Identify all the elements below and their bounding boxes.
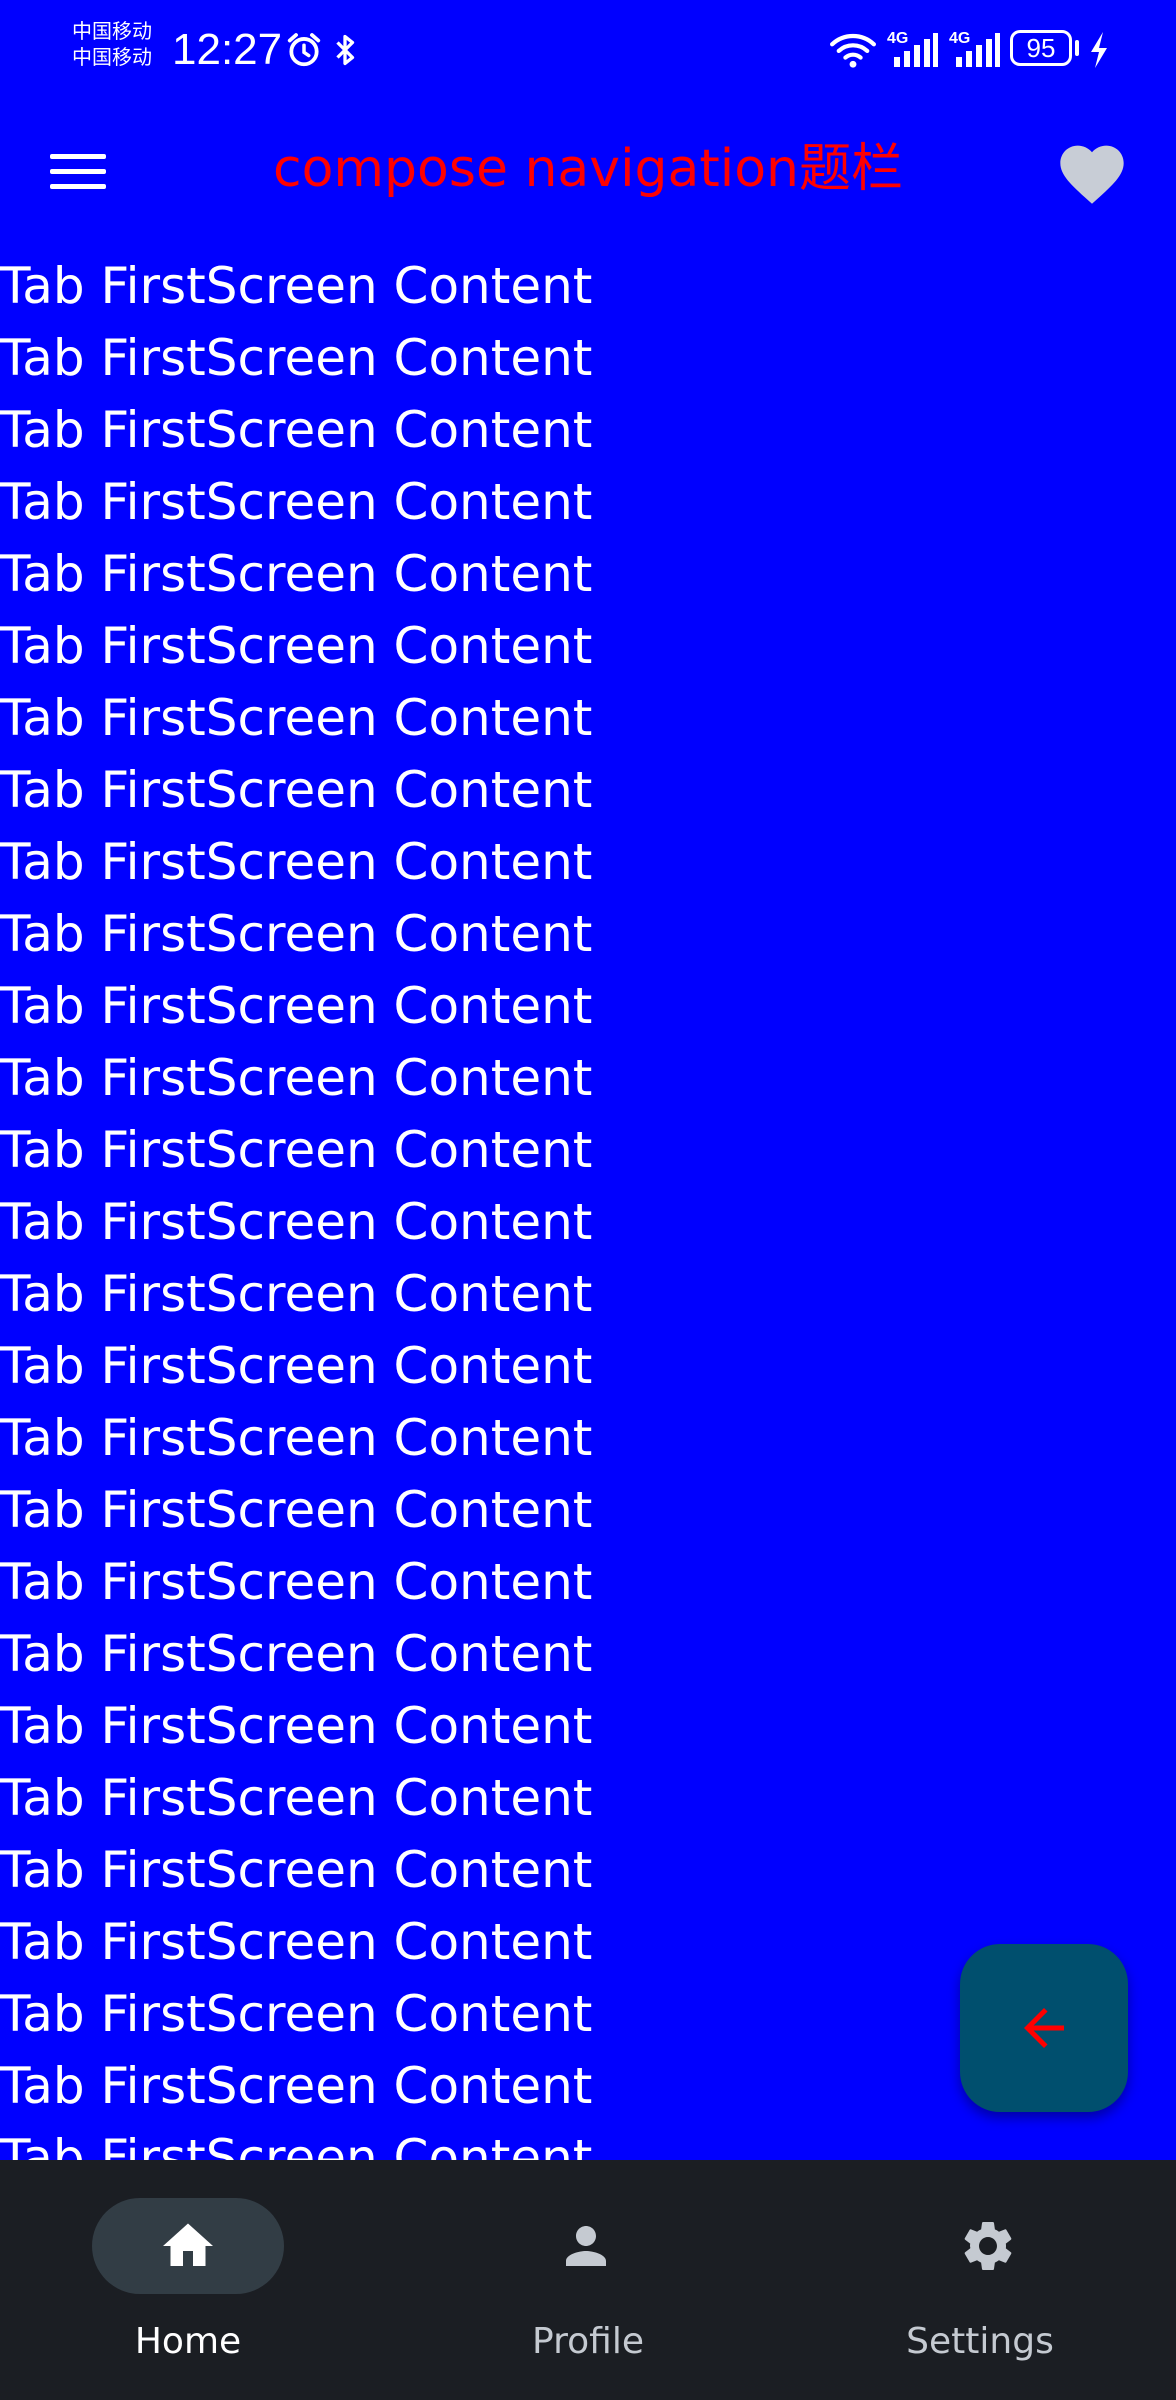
list-item: Tab FirstScreen Content — [0, 1841, 593, 1899]
list-item: Tab FirstScreen Content — [0, 473, 593, 531]
back-fab-button[interactable] — [960, 1944, 1128, 2112]
alarm-icon — [282, 24, 326, 76]
battery-tip — [1075, 40, 1079, 56]
signal-icon — [890, 24, 940, 76]
nav-label-home: Home — [134, 2321, 242, 2362]
list-item: Tab FirstScreen Content — [0, 1049, 593, 1107]
person-icon — [556, 2216, 616, 2276]
battery-icon: 95 — [1010, 30, 1072, 66]
list-item: Tab FirstScreen Content — [0, 689, 593, 747]
list-item: Tab FirstScreen Content — [0, 329, 593, 387]
nav-item-home[interactable]: Home — [0, 2160, 392, 2400]
status-time: 12:27 — [172, 25, 283, 74]
list-item: Tab FirstScreen Content — [0, 1481, 593, 1539]
list-item: Tab FirstScreen Content — [0, 2129, 593, 2160]
page-title: compose navigation题栏 — [272, 139, 904, 199]
list-item: Tab FirstScreen Content — [0, 833, 593, 891]
nav-item-settings[interactable]: Settings — [784, 2160, 1176, 2400]
carrier-2-label: 中国移动 — [72, 45, 152, 69]
wifi-icon — [828, 24, 878, 76]
list-item: Tab FirstScreen Content — [0, 1193, 593, 1251]
list-item: Tab FirstScreen Content — [0, 1697, 593, 1755]
list-item: Tab FirstScreen Content — [0, 1625, 593, 1683]
carrier-1-label: 中国移动 — [72, 19, 152, 43]
nav-item-profile[interactable]: Profile — [392, 2160, 784, 2400]
list-item: Tab FirstScreen Content — [0, 1337, 593, 1395]
content-list[interactable]: Tab FirstScreen Content Tab FirstScreen … — [0, 250, 1176, 2160]
list-item: Tab FirstScreen Content — [0, 257, 593, 315]
list-item: Tab FirstScreen Content — [0, 401, 593, 459]
list-item: Tab FirstScreen Content — [0, 977, 593, 1035]
heart-icon[interactable] — [1054, 136, 1130, 206]
carrier-info: 中国移动 中国移动 — [72, 18, 152, 70]
arrow-back-icon — [1024, 2008, 1064, 2048]
list-item: Tab FirstScreen Content — [0, 1265, 593, 1323]
status-bar: 中国移动 中国移动 12:27 4G 4G 95 — [0, 0, 1176, 100]
top-app-bar: compose navigation题栏 — [0, 100, 1176, 240]
list-item: Tab FirstScreen Content — [0, 761, 593, 819]
list-item: Tab FirstScreen Content — [0, 617, 593, 675]
bottom-navigation: Home Profile Settings — [0, 2160, 1176, 2400]
nav-label-profile: Profile — [532, 2321, 644, 2362]
list-item: Tab FirstScreen Content — [0, 1121, 593, 1179]
list-item: Tab FirstScreen Content — [0, 545, 593, 603]
charging-icon — [1086, 24, 1112, 76]
list-item: Tab FirstScreen Content — [0, 1769, 593, 1827]
gear-icon — [958, 2216, 1018, 2276]
bluetooth-icon — [330, 24, 360, 76]
list-item: Tab FirstScreen Content — [0, 1553, 593, 1611]
home-icon — [158, 2216, 218, 2276]
nav-label-settings: Settings — [906, 2321, 1054, 2362]
list-item: Tab FirstScreen Content — [0, 1409, 593, 1467]
signal-icon — [952, 24, 1002, 76]
list-item: Tab FirstScreen Content — [0, 905, 593, 963]
